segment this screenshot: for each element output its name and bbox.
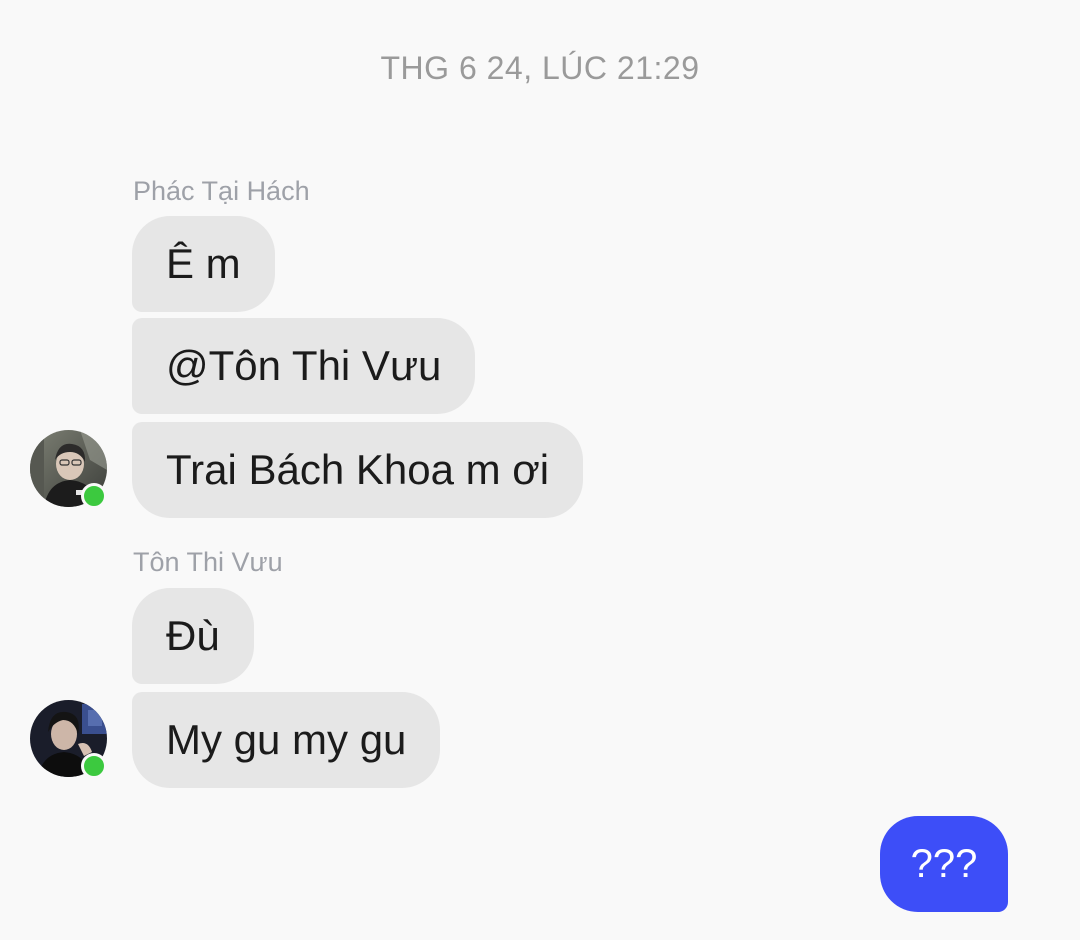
message-text: ??? bbox=[910, 842, 978, 886]
message-bubble[interactable]: Trai Bách Khoa m ơi bbox=[132, 422, 584, 518]
message-text: Trai Bách Khoa m ơi bbox=[166, 446, 550, 493]
sender-name: Phác Tại Hách bbox=[133, 176, 310, 206]
online-status-icon bbox=[81, 753, 107, 779]
message-bubble[interactable]: Ê m bbox=[132, 216, 275, 312]
sender-name: Tôn Thi Vưu bbox=[133, 547, 283, 577]
outgoing-message-bubble[interactable]: ??? bbox=[880, 816, 1008, 912]
message-text: @Tôn Thi Vưu bbox=[166, 342, 442, 389]
message-text: My gu my gu bbox=[166, 716, 407, 763]
avatar[interactable] bbox=[30, 430, 107, 509]
message-bubble[interactable]: My gu my gu bbox=[132, 692, 441, 788]
message-text: Ê m bbox=[166, 240, 241, 287]
online-status-icon bbox=[81, 483, 107, 509]
message-bubble[interactable]: @Tôn Thi Vưu bbox=[132, 318, 476, 414]
avatar[interactable] bbox=[30, 700, 107, 779]
message-timestamp: THG 6 24, LÚC 21:29 bbox=[380, 50, 700, 86]
message-bubble[interactable]: Đù bbox=[132, 588, 254, 684]
message-text: Đù bbox=[166, 612, 220, 659]
